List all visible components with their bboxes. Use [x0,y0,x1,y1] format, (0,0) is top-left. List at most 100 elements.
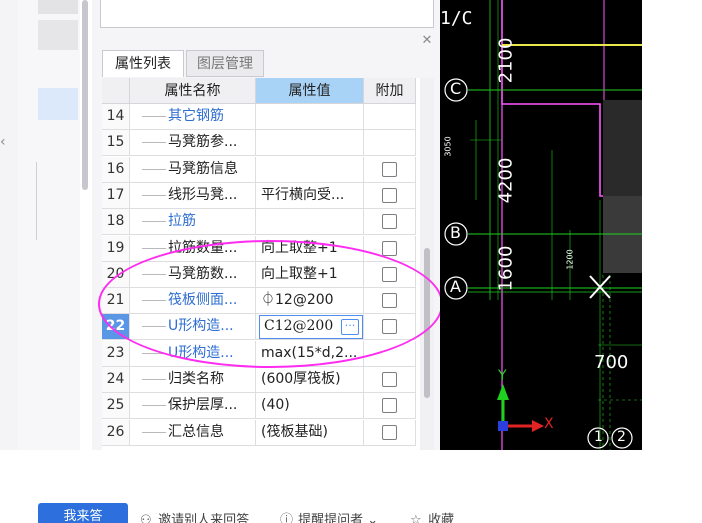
property-name-label: 线形马凳... [168,186,238,203]
column-header-value: 属性值 [256,78,364,104]
left-nav-selected-item[interactable] [38,88,78,120]
star-icon: ☆ [410,513,422,523]
property-value-cell[interactable] [256,156,364,183]
row-number[interactable]: 19 [102,235,130,262]
upper-panel-box [100,0,434,28]
user-icon: ⚇ [140,513,152,523]
property-value-cell[interactable]: (筏板基础) [256,419,364,446]
column-header-extra: 附加 [364,78,416,104]
table-row[interactable]: 14 其它钢筋 [102,104,420,130]
extra-checkbox[interactable] [382,372,397,387]
extra-cell [364,130,416,157]
property-name-label: 保护层厚... [168,397,238,414]
column-header-name: 属性名称 [130,78,256,104]
table-row[interactable]: 18 拉筋 [102,209,420,236]
property-value-cell[interactable]: (600厚筏板) [256,367,364,393]
property-name-cell[interactable]: 拉筋 [130,209,256,236]
extra-checkbox[interactable] [382,424,397,440]
property-name-label: 归类名称 [168,371,224,387]
cad-dim-1200: 1200 [565,249,575,270]
right-margin [642,0,702,450]
cad-axis-number-1: 1 [594,429,603,445]
tree-connector [142,168,166,170]
property-value-cell[interactable] [256,209,364,236]
extra-cell [364,393,416,420]
remind-asker-link[interactable]: ⓘ 提醒提问者 ⌄ [280,509,378,523]
tree-connector [142,142,166,144]
row-number[interactable]: 24 [102,367,130,393]
scrollbar-thumb[interactable] [82,0,88,190]
cad-dim-1600: 1600 [495,245,517,292]
column-header-index [102,78,130,104]
tree-connector [142,405,166,407]
property-name-label: 拉筋 [168,213,196,230]
extra-cell [364,367,416,393]
property-name-label: 其它钢筋 [168,108,224,124]
invite-label: 邀请别人来回答 [158,513,250,523]
property-name-cell[interactable]: 保护层厚... [130,393,256,420]
left-nav-block[interactable] [38,20,78,50]
cad-dim-4200: 4200 [495,157,517,204]
property-value-cell[interactable] [256,130,364,157]
extra-cell [364,182,416,209]
tree-connector [142,221,166,223]
extra-checkbox[interactable] [382,187,397,203]
cad-axis-label-a: A [450,277,461,296]
answer-button[interactable]: 我来答 [38,503,128,523]
row-number[interactable]: 25 [102,393,130,420]
property-value-cell[interactable]: 平行横向受... [256,182,364,209]
grid-scrollbar[interactable] [420,78,434,450]
table-row[interactable]: 24 归类名称 (600厚筏板) [102,367,420,393]
property-name-cell[interactable]: 马凳筋参... [130,130,256,157]
cad-axis-label-b: B [450,223,461,242]
cad-drawing-canvas[interactable]: 1/C C B A 2100 4200 1600 3050 1200 700 1… [440,0,642,450]
outer-scrollbar[interactable] [80,0,92,200]
table-row[interactable]: 15 马凳筋参... [102,130,420,157]
tree-connector [142,379,166,380]
invite-answer-link[interactable]: ⚇ 邀请别人来回答 [140,509,249,523]
tree-connector [142,194,166,196]
extra-checkbox[interactable] [382,161,397,177]
extra-checkbox[interactable] [382,240,397,256]
extra-cell [364,104,416,130]
property-name-cell[interactable]: 线形马凳... [130,182,256,209]
tab-attribute-list[interactable]: 属性列表 [102,50,184,77]
remind-label: 提醒提问者 [298,513,364,523]
property-name-cell[interactable]: 汇总信息 [130,419,256,446]
row-number[interactable]: 16 [102,156,130,183]
left-nav-divider [36,162,37,240]
extra-checkbox[interactable] [382,398,397,414]
extra-cell [364,419,416,446]
row-number[interactable]: 15 [102,130,130,157]
cad-dim-3050: 3050 [443,136,453,157]
table-row[interactable]: 26 汇总信息 (筏板基础) [102,419,420,446]
collect-link[interactable]: ☆ 收藏 [410,509,454,523]
property-name-cell[interactable]: 其它钢筋 [130,104,256,130]
chevron-left-icon[interactable]: ‹ [0,134,10,154]
row-number[interactable]: 17 [102,182,130,209]
row-number[interactable]: 14 [102,104,130,130]
property-value-cell[interactable]: (40) [256,393,364,420]
highlight-ellipse-annotation [98,240,443,368]
property-name-label: 马凳筋信息 [168,160,238,177]
row-number[interactable]: 18 [102,209,130,236]
cad-dim-2100: 2100 [495,37,517,84]
chevron-down-icon: ⌄ [367,513,379,523]
extra-checkbox[interactable] [382,214,397,230]
info-icon: ⓘ [280,513,294,523]
cad-axis-label-1c: 1/C [440,8,473,29]
table-row[interactable]: 16 马凳筋信息 [102,156,420,183]
extra-cell [364,156,416,183]
property-value-cell[interactable] [256,104,364,130]
row-number[interactable]: 23 [102,340,130,367]
extra-cell [364,209,416,236]
left-nav-column [18,0,80,470]
row-number[interactable]: 26 [102,419,130,446]
tree-connector [142,431,166,433]
close-icon[interactable]: ✕ [420,34,434,48]
property-name-cell[interactable]: 归类名称 [130,367,256,393]
table-row[interactable]: 25 保护层厚... (40) [102,393,420,420]
tab-layer-management[interactable]: 图层管理 [186,50,264,77]
property-name-cell[interactable]: 马凳筋信息 [130,156,256,183]
table-row[interactable]: 17 线形马凳... 平行横向受... [102,182,420,209]
